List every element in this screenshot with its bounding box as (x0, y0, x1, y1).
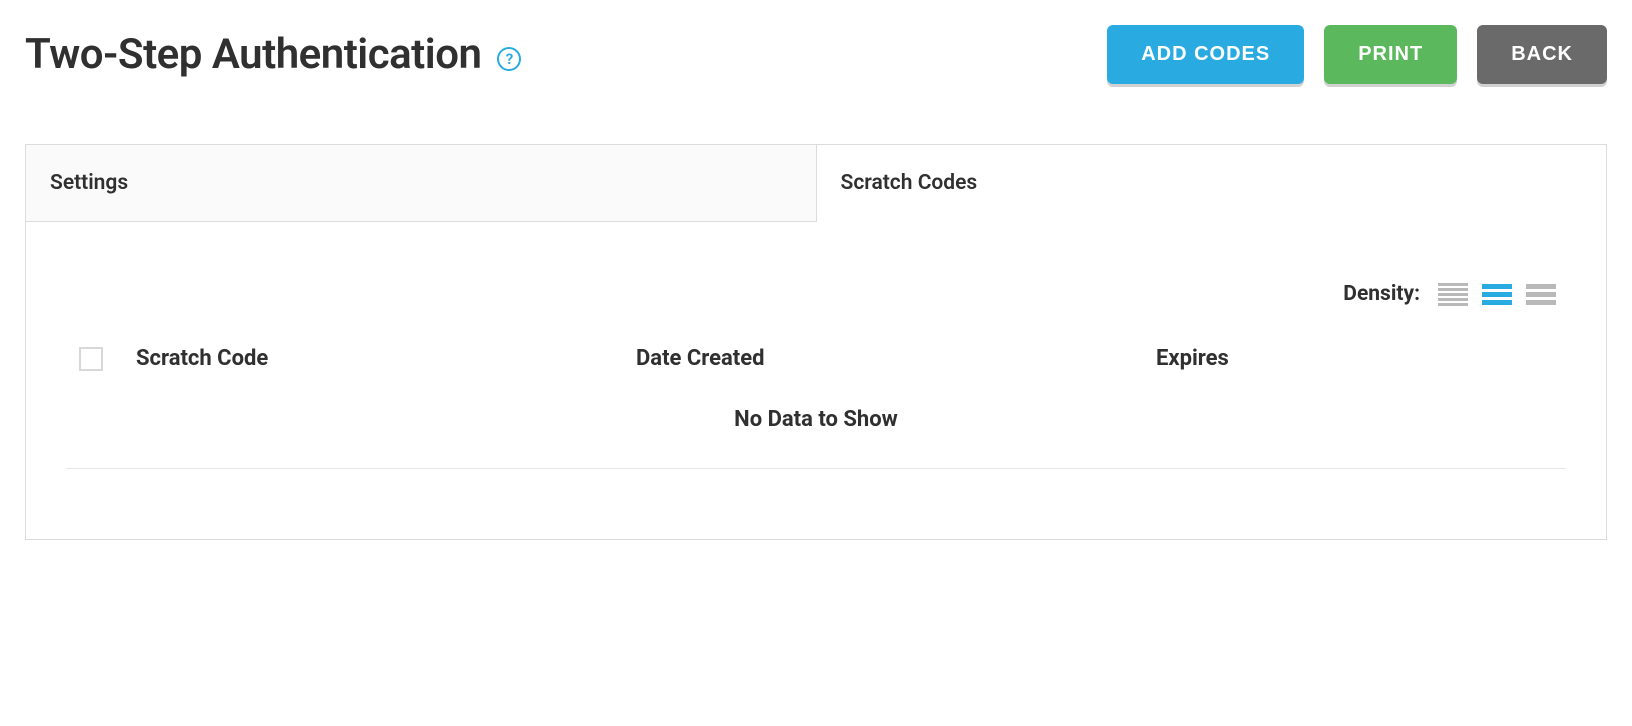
select-all-cell (46, 347, 136, 371)
tabs: Settings Scratch Codes (26, 145, 1606, 222)
column-header-scratch-code[interactable]: Scratch Code (136, 346, 636, 371)
density-medium-icon[interactable] (1482, 282, 1512, 306)
print-button[interactable]: PRINT (1324, 25, 1457, 84)
back-button[interactable]: BACK (1477, 25, 1607, 84)
density-controls: Density: (46, 282, 1586, 306)
page-header: Two-Step Authentication ? ADD CODES PRIN… (25, 25, 1607, 84)
page-title: Two-Step Authentication (25, 30, 481, 79)
add-codes-button[interactable]: ADD CODES (1107, 25, 1304, 84)
tab-settings[interactable]: Settings (26, 145, 817, 222)
density-compact-icon[interactable] (1438, 282, 1468, 306)
panel-body: Density: Scratch Code Date Created Expir… (26, 222, 1606, 539)
empty-state-message: No Data to Show (66, 407, 1566, 469)
column-header-expires[interactable]: Expires (1156, 346, 1586, 371)
tab-scratch-codes[interactable]: Scratch Codes (817, 145, 1607, 222)
density-label: Density: (1343, 282, 1420, 306)
density-large-icon[interactable] (1526, 282, 1556, 306)
action-buttons: ADD CODES PRINT BACK (1107, 25, 1607, 84)
select-all-checkbox[interactable] (79, 347, 103, 371)
column-header-date-created[interactable]: Date Created (636, 346, 1156, 371)
title-wrap: Two-Step Authentication ? (25, 30, 521, 79)
table-header-row: Scratch Code Date Created Expires (46, 346, 1586, 407)
help-icon[interactable]: ? (497, 47, 521, 71)
main-panel: Settings Scratch Codes Density: Scratch … (25, 144, 1607, 540)
